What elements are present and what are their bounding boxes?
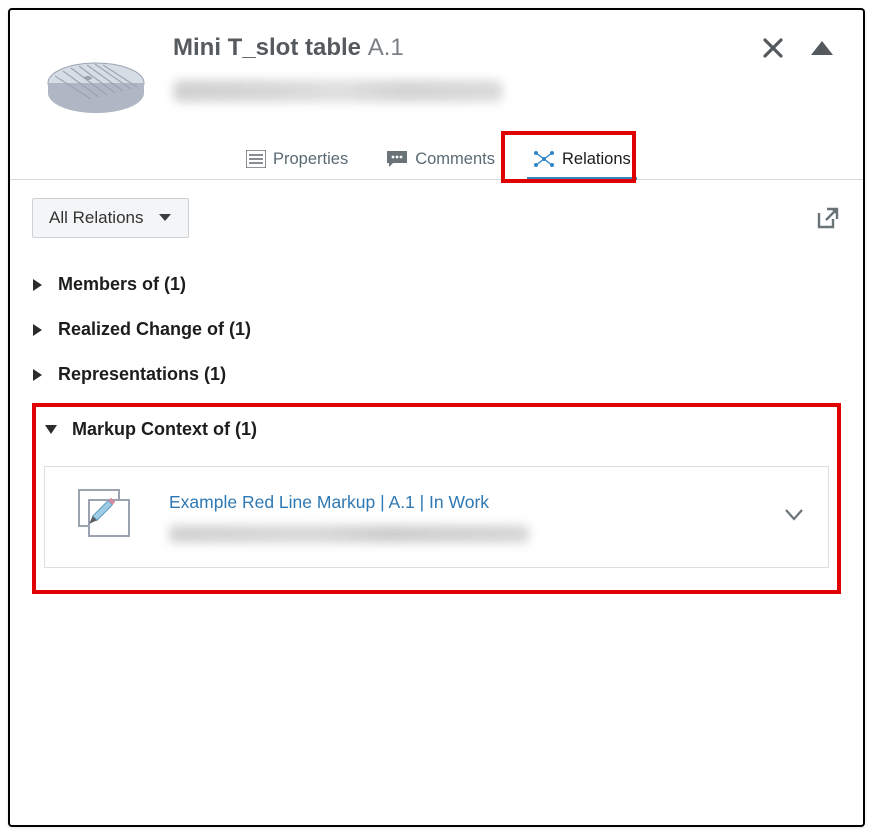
relations-icon: [533, 149, 555, 169]
tab-label: Relations: [562, 150, 631, 169]
subtitle-redacted: [173, 80, 503, 102]
chevron-down-icon: [44, 424, 58, 436]
properties-icon: [246, 150, 266, 168]
markup-item-subtitle-redacted: [169, 525, 529, 543]
markup-item-info: Example Red Line Markup | A.1 | In Work: [169, 492, 758, 543]
tab-label: Properties: [273, 150, 348, 169]
panel-body: All Relations Members of (1) Realized Ch…: [10, 180, 863, 825]
header-controls: [761, 36, 835, 60]
chevron-down-icon: [784, 508, 804, 522]
panel-header: Mini T_slot table A.1: [10, 10, 863, 145]
section-label: Members of: [58, 274, 159, 294]
caret-down-icon: [158, 213, 172, 223]
tab-comments[interactable]: Comments: [380, 139, 501, 179]
section-realized-change-of[interactable]: Realized Change of (1): [32, 307, 841, 352]
tab-bar: Properties Comments Rel: [10, 139, 863, 180]
section-members-of[interactable]: Members of (1): [32, 262, 841, 307]
part-revision: A.1: [368, 34, 404, 61]
section-count: 1: [241, 419, 251, 439]
close-icon[interactable]: [761, 36, 785, 60]
title-area: Mini T_slot table A.1: [173, 30, 835, 102]
markup-item-card[interactable]: Example Red Line Markup | A.1 | In Work: [44, 466, 829, 568]
relations-filter-dropdown[interactable]: All Relations: [32, 198, 189, 238]
chevron-right-icon: [32, 368, 44, 382]
filter-row: All Relations: [32, 198, 841, 238]
section-representations[interactable]: Representations (1): [32, 352, 841, 397]
expand-item-button[interactable]: [776, 500, 812, 535]
section-label: Markup Context of: [72, 419, 230, 439]
part-thumbnail: [38, 38, 153, 133]
tab-relations[interactable]: Relations: [527, 139, 637, 179]
markup-item-title[interactable]: Example Red Line Markup | A.1 | In Work: [169, 492, 758, 513]
chevron-right-icon: [32, 323, 44, 337]
part-name: Mini T_slot table: [173, 34, 361, 61]
annotation-highlight-section: Markup Context of (1) Example: [32, 403, 841, 594]
chevron-right-icon: [32, 278, 44, 292]
comments-icon: [386, 150, 408, 168]
details-panel: Mini T_slot table A.1 Properties: [8, 8, 865, 827]
section-markup-context-of[interactable]: Markup Context of (1): [44, 415, 829, 452]
tab-properties[interactable]: Properties: [240, 139, 354, 179]
collapse-up-icon[interactable]: [809, 37, 835, 59]
open-external-icon[interactable]: [815, 205, 841, 231]
section-label: Representations: [58, 364, 199, 384]
page-title: Mini T_slot table A.1: [173, 34, 835, 62]
markup-item-thumbnail: [61, 481, 151, 553]
section-count: 1: [235, 319, 245, 339]
filter-label: All Relations: [49, 208, 144, 228]
tab-label: Comments: [415, 150, 495, 169]
section-count: 1: [210, 364, 220, 384]
section-label: Realized Change of: [58, 319, 224, 339]
section-count: 1: [170, 274, 180, 294]
